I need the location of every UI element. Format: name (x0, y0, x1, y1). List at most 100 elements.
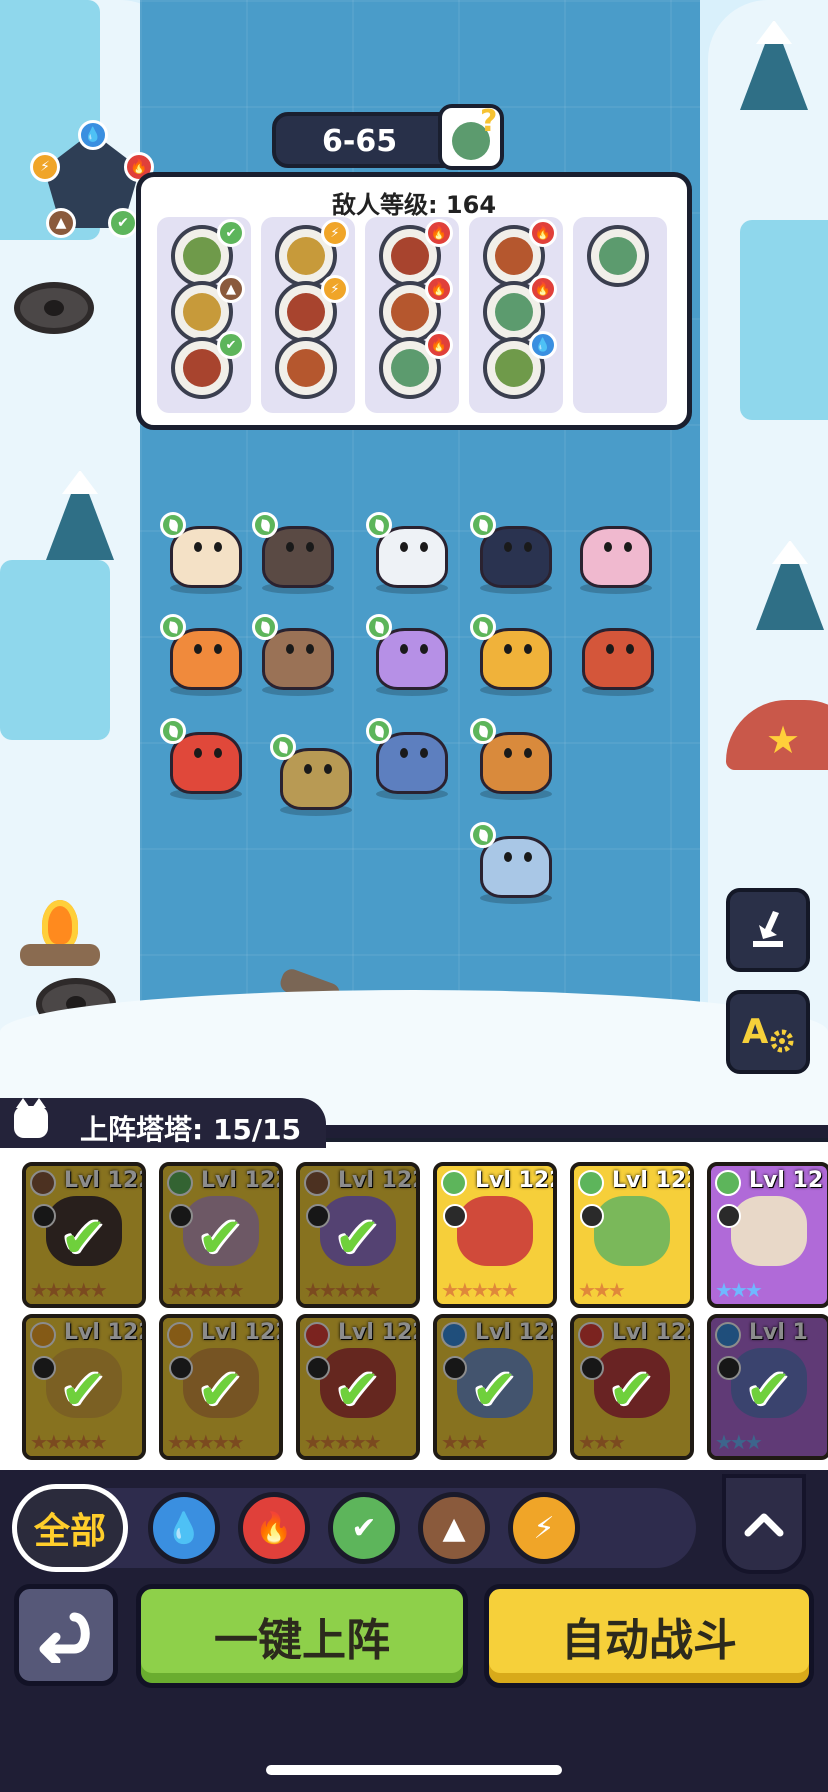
star-rating: ★★★ (715, 1278, 763, 1302)
unit-eye (604, 542, 612, 552)
water-icon: 💧 (529, 331, 557, 359)
deploy-all-button[interactable]: 一键上阵 (136, 1584, 468, 1688)
return-arrow-icon (39, 1612, 90, 1663)
field-unit[interactable] (252, 614, 342, 696)
filter-fire-button[interactable]: 🔥 (238, 1492, 310, 1564)
enemy-level-label: 敌人等级: 164 (331, 191, 497, 219)
field-unit[interactable] (470, 614, 560, 696)
field-unit[interactable] (366, 614, 456, 696)
field-unit[interactable] (470, 822, 560, 904)
earth-icon: ▲ (46, 208, 76, 238)
enemy-token[interactable]: 🔥 (379, 331, 453, 399)
grass-icon: ✔ (217, 331, 245, 359)
back-button[interactable] (14, 1584, 118, 1686)
unit-eye (286, 644, 294, 654)
star-icon: ★ (766, 718, 801, 762)
tower-card[interactable]: Lvl 122 ★★★★★ ✔ (159, 1162, 283, 1308)
filter-earth-button[interactable]: ▲ (418, 1492, 490, 1564)
collapse-button[interactable] (722, 1474, 806, 1574)
filter-water-button[interactable]: 💧 (148, 1492, 220, 1564)
leaf-badge-icon (470, 614, 496, 640)
unit-eye (194, 748, 202, 758)
tower-card[interactable]: Lvl 122 ★★★★★ ✔ (296, 1314, 420, 1460)
checkmark-icon: ✔ (197, 1206, 244, 1271)
tower-card[interactable]: Lvl 122 ★★★★★ ✔ (296, 1162, 420, 1308)
field-unit[interactable] (160, 512, 250, 594)
auto-settings-button[interactable]: A (726, 990, 810, 1074)
unit-eye (400, 542, 408, 552)
tire-prop (14, 282, 94, 334)
leaf-badge-icon (160, 614, 186, 640)
roster-count: 上阵塔塔: 15/15 (80, 1113, 302, 1146)
tower-card[interactable]: Lvl 122 ★★★★★ ✔ (22, 1162, 146, 1308)
campfire (14, 900, 106, 970)
tower-card[interactable]: Lvl 1 ★★★ ✔ (707, 1314, 828, 1460)
unit-eye (504, 644, 512, 654)
tower-card[interactable]: Lvl 122 ★★★ (570, 1162, 694, 1308)
tower-portrait (594, 1196, 670, 1266)
field-unit[interactable] (160, 614, 250, 696)
unit-eye (306, 542, 314, 552)
checkmark-icon: ✔ (745, 1358, 792, 1423)
cat-icon (14, 1098, 48, 1138)
enemy-column: 🔥 🔥 💧 (469, 217, 563, 413)
field-unit[interactable] (366, 512, 456, 594)
tower-card[interactable]: Lvl 122 ★★★ ✔ (433, 1314, 557, 1460)
tower-card[interactable]: Lvl 122 ★★★ ✔ (570, 1314, 694, 1460)
enemy-token[interactable]: ⚡ (275, 275, 349, 343)
leaf-badge-icon (366, 614, 392, 640)
grass-icon: ✔ (217, 219, 245, 247)
pine-tree (46, 470, 114, 560)
card-level: Lvl 12 (749, 1168, 824, 1193)
home-indicator[interactable] (266, 1765, 562, 1775)
field-unit[interactable] (366, 718, 456, 800)
unit-eye (504, 852, 512, 862)
leaf-icon: ✔ (351, 1510, 377, 1546)
field-unit[interactable] (252, 512, 342, 594)
enemy-token[interactable] (275, 337, 337, 399)
tower-card[interactable]: Lvl 12 ★★★ (707, 1162, 828, 1308)
enemy-portrait (183, 237, 221, 275)
leaf-badge-icon (366, 718, 392, 744)
enemy-portrait (287, 293, 325, 331)
download-icon (753, 911, 783, 947)
unit-eye (524, 542, 532, 552)
leaf-badge-icon (252, 614, 278, 640)
filter-lightning-button[interactable]: ⚡ (508, 1492, 580, 1564)
field-unit[interactable] (470, 512, 560, 594)
lightning-icon: ⚡ (321, 275, 349, 303)
enemy-token[interactable]: 💧 (483, 331, 557, 399)
unit-eye (420, 542, 428, 552)
roster-header: 上阵塔塔: 15/15 (0, 1098, 326, 1148)
filter-grass-button[interactable]: ✔ (328, 1492, 400, 1564)
checkmark-icon: ✔ (334, 1358, 381, 1423)
tower-card[interactable]: Lvl 122 ★★★★★ ✔ (22, 1314, 146, 1460)
unit-eye (304, 764, 312, 774)
field-unit[interactable] (270, 734, 360, 816)
field-unit[interactable] (470, 718, 560, 800)
download-button[interactable] (726, 888, 810, 972)
unit-eye (286, 542, 294, 552)
enemy-token[interactable] (587, 225, 649, 287)
unit-eye (194, 542, 202, 552)
auto-battle-button[interactable]: 自动战斗 (484, 1584, 814, 1688)
fire-icon: 🔥 (529, 219, 557, 247)
unit-eye (214, 644, 222, 654)
enemy-column: ✔ ▲ ✔ (157, 217, 251, 413)
field-unit[interactable] (160, 718, 250, 800)
boss-preview-button[interactable]: ? (438, 104, 504, 170)
enemy-portrait (391, 293, 429, 331)
enemy-portrait (599, 237, 637, 275)
field-unit[interactable] (570, 512, 660, 594)
tower-portrait (731, 1196, 807, 1266)
tower-card[interactable]: Lvl 122 ★★★★★ (433, 1162, 557, 1308)
enemy-token[interactable]: ✔ (171, 331, 245, 399)
grass-icon (441, 1170, 467, 1196)
role-icon (580, 1204, 604, 1228)
filter-all-button[interactable]: 全部 (12, 1484, 128, 1572)
unit-eye (504, 542, 512, 552)
tower-card[interactable]: Lvl 122 ★★★★★ ✔ (159, 1314, 283, 1460)
stage-label: 6-65 (322, 124, 398, 159)
field-unit[interactable] (572, 614, 662, 696)
earth-icon: ▲ (217, 275, 245, 303)
